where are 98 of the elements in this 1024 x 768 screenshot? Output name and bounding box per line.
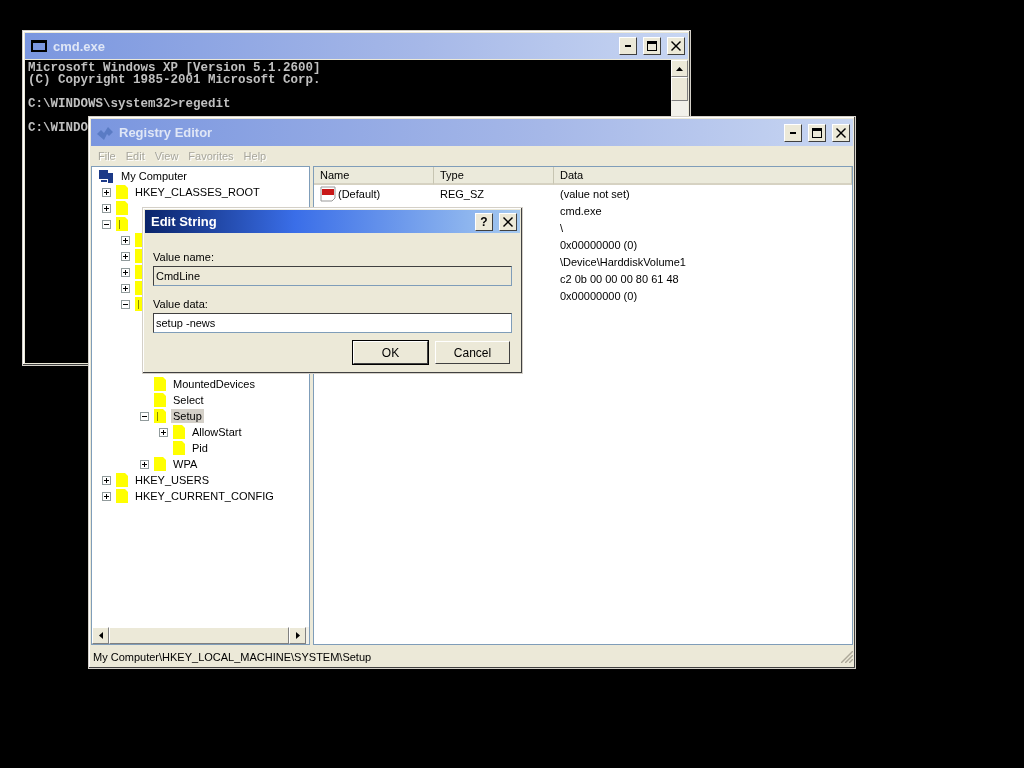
resize-grip-icon	[841, 650, 853, 663]
expander[interactable]	[121, 251, 130, 261]
expander[interactable]	[102, 187, 111, 197]
column-header[interactable]: Type	[434, 167, 554, 185]
expand-icon	[103, 492, 110, 500]
status-text: My Computer\HKEY_LOCAL_MACHINE\SYSTEM\Setup	[93, 650, 373, 663]
folder-icon	[116, 489, 128, 503]
open-folder-icon	[154, 409, 166, 423]
list-cell: c2 0b 00 00 00 80 61 48	[560, 272, 679, 285]
folder-icon	[173, 425, 185, 439]
left-arrow-icon	[98, 632, 103, 639]
folder-icon	[154, 457, 166, 471]
expand-icon	[122, 252, 129, 260]
console-line: Microsoft Windows XP [Version 5.1.2600]	[28, 62, 321, 74]
folder-icon	[154, 393, 166, 407]
close-button[interactable]	[667, 37, 685, 55]
expander[interactable]	[102, 475, 111, 485]
up-arrow-icon	[676, 66, 683, 71]
console-line: (C) Copyright 1985-2001 Microsoft Corp.	[28, 74, 321, 86]
tree-item[interactable]: My Computer	[119, 169, 190, 183]
computer-icon	[98, 168, 114, 184]
value-name-field[interactable]: CmdLine	[153, 266, 512, 286]
list-cell: \	[560, 221, 564, 234]
console-icon	[31, 40, 47, 52]
expander[interactable]	[121, 299, 130, 309]
close-icon	[671, 41, 681, 51]
folder-icon	[154, 377, 166, 391]
expander[interactable]	[159, 427, 168, 437]
close-icon	[503, 216, 513, 227]
minimize-icon	[790, 131, 796, 134]
list-cell: (Default)	[338, 187, 381, 200]
minimize-button[interactable]	[784, 123, 802, 142]
expander[interactable]	[121, 267, 130, 277]
close-icon	[836, 127, 846, 138]
expand-icon	[122, 268, 129, 276]
maximize-button[interactable]	[643, 37, 661, 55]
expand-icon	[160, 428, 167, 436]
tree-item[interactable]: Pid	[190, 441, 210, 455]
maximize-button[interactable]	[808, 123, 826, 142]
maximize-icon	[812, 127, 822, 138]
minimize-button[interactable]	[619, 37, 637, 55]
console-line: C:\WINDOWS\system32>regedit	[28, 98, 231, 110]
scroll-thumb[interactable]	[109, 627, 289, 644]
help-button[interactable]: ?	[475, 212, 493, 231]
expander[interactable]	[121, 283, 130, 293]
list-cell: \Device\HarddiskVolume1	[560, 255, 686, 268]
close-button[interactable]	[499, 212, 517, 231]
tree-item[interactable]: HKEY_CLASSES_ROOT	[133, 185, 262, 199]
expand-icon	[103, 188, 110, 196]
folder-icon	[116, 201, 128, 215]
expand-icon	[103, 204, 110, 212]
list-cell: cmd.exe	[560, 204, 602, 217]
list-cell: 0x00000000 (0)	[560, 289, 638, 302]
window-title: Edit String	[151, 214, 218, 229]
window-title: Registry Editor	[119, 125, 214, 140]
tree-item[interactable]: HKEY_USERS	[133, 473, 211, 487]
scroll-left-button[interactable]	[92, 627, 109, 644]
minimize-icon	[625, 45, 631, 47]
expander[interactable]	[140, 411, 149, 421]
tree-item[interactable]: HKEY_CURRENT_CONFIG	[133, 489, 276, 503]
expander[interactable]	[102, 219, 111, 229]
cancel-button[interactable]: Cancel	[435, 341, 510, 364]
console-line: C:\WINDO	[28, 122, 88, 134]
expand-icon	[141, 460, 148, 468]
field-label: Value name:	[153, 251, 214, 263]
expander[interactable]	[121, 235, 130, 245]
registry-icon	[97, 125, 113, 140]
tree-item[interactable]: Select	[171, 393, 206, 407]
right-arrow-icon	[295, 632, 300, 639]
tree-item[interactable]: Setup	[171, 409, 204, 423]
expander[interactable]	[140, 459, 149, 469]
list-cell: 0x00000000 (0)	[560, 238, 638, 251]
folder-icon	[173, 441, 185, 455]
folder-icon	[116, 473, 128, 487]
expand-icon	[122, 284, 129, 292]
tree-item[interactable]: MountedDevices	[171, 377, 257, 391]
tree-item[interactable]: WPA	[171, 457, 200, 471]
scroll-thumb[interactable]	[671, 77, 688, 101]
column-header[interactable]: Name	[314, 167, 434, 185]
maximize-icon	[647, 41, 657, 51]
folder-icon	[116, 185, 128, 199]
list-cell: (value not set)	[560, 187, 630, 200]
expander[interactable]	[102, 203, 111, 213]
list-cell: REG_SZ	[440, 187, 484, 200]
tree-item[interactable]: AllowStart	[190, 425, 244, 439]
expand-icon	[122, 236, 129, 244]
string-value-icon	[320, 185, 336, 202]
scroll-right-button[interactable]	[289, 627, 306, 644]
close-button[interactable]	[832, 123, 850, 142]
expand-icon	[103, 476, 110, 484]
scroll-up-button[interactable]	[671, 60, 688, 77]
column-header[interactable]: Data	[554, 167, 852, 185]
ok-button[interactable]: OK	[353, 341, 428, 364]
expander[interactable]	[102, 491, 111, 501]
open-folder-icon	[116, 217, 128, 231]
value-data-field[interactable]: setup -news	[153, 313, 512, 333]
window-title: cmd.exe	[53, 38, 107, 54]
field-label: Value data:	[153, 298, 208, 310]
